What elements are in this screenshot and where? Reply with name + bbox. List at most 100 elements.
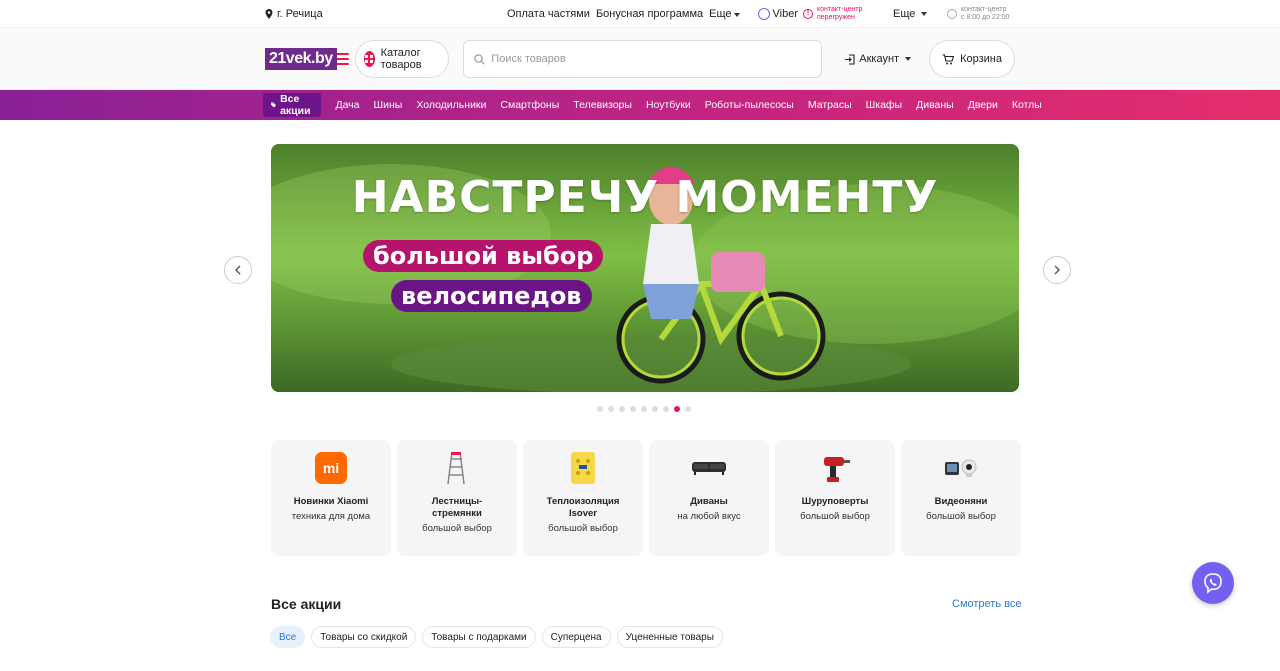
nav-item-tires[interactable]: Шины: [373, 99, 402, 111]
sofa-icon: [679, 448, 739, 488]
xiaomi-logo-text: mi: [315, 452, 347, 484]
link-installments[interactable]: Оплата частями: [507, 8, 590, 20]
site-logo[interactable]: 21vek.by: [265, 44, 349, 74]
warning-line-1: контакт-центр: [817, 6, 863, 13]
carousel-next-button[interactable]: [1043, 256, 1071, 284]
grid-icon: [363, 51, 375, 67]
chevron-down-icon: [921, 12, 928, 16]
warning-line-2: перегружен: [817, 14, 855, 21]
hours-line-2: с 8:00 до 22:00: [961, 14, 1010, 21]
category-card-sofas[interactable]: Диваны на любой вкус: [649, 440, 769, 556]
chevron-right-icon: [1054, 265, 1060, 275]
category-subtitle: большой выбор: [548, 523, 618, 534]
top-bar: г. Речица Оплата частями Бонусная програ…: [0, 0, 1280, 28]
nav-item-smartphones[interactable]: Смартфоны: [500, 99, 559, 111]
viber-icon: [757, 8, 770, 20]
carousel-dot[interactable]: [619, 406, 625, 412]
tag-icon: [271, 102, 277, 108]
baby-monitor-icon: [931, 448, 991, 488]
alert-icon: !: [803, 9, 813, 19]
featured-categories: mi Новинки Xiaomi техника для дома Лестн…: [224, 436, 1079, 574]
nav-item-laptops[interactable]: Ноутбуки: [646, 99, 691, 111]
chevron-down-icon: [733, 13, 740, 17]
carousel-dot[interactable]: [674, 406, 680, 412]
search-box: [463, 40, 823, 78]
cart-button[interactable]: Корзина: [929, 40, 1015, 78]
chip-markdown[interactable]: Уцененные товары: [616, 626, 723, 648]
main-content: НАВСТРЕЧУ МОМЕНТУ большой выбор велосипе…: [0, 120, 1280, 670]
category-nav: Все акции Дача Шины Холодильники Смартфо…: [0, 90, 1280, 120]
nav-item-wardrobes[interactable]: Шкафы: [866, 99, 902, 111]
nav-item-doors[interactable]: Двери: [968, 99, 998, 111]
category-card-ladders[interactable]: Лестницы-стремянки большой выбор: [397, 440, 517, 556]
link-bonus-program[interactable]: Бонусная программа: [596, 8, 703, 20]
catalog-label: Каталог товаров: [380, 47, 422, 71]
category-title: Диваны: [690, 496, 728, 507]
nav-item-sofas[interactable]: Диваны: [916, 99, 954, 111]
viber-icon: [1204, 573, 1222, 594]
category-subtitle: большой выбор: [800, 511, 870, 522]
category-card-drills[interactable]: Шуруповерты большой выбор: [775, 440, 895, 556]
chip-super-price[interactable]: Суперцена: [541, 626, 611, 648]
carousel-dot[interactable]: [641, 406, 647, 412]
catalog-button[interactable]: Каталог товаров: [354, 40, 450, 78]
nav-item-fridges[interactable]: Холодильники: [416, 99, 486, 111]
banner-slide[interactable]: НАВСТРЕЧУ МОМЕНТУ большой выбор велосипе…: [271, 144, 1019, 392]
nav-all-promos[interactable]: Все акции: [263, 93, 322, 117]
search-input[interactable]: [491, 53, 812, 65]
account-label: Аккаунт: [859, 53, 900, 65]
header: 21vek.by Каталог товаров Аккаунт Корзина: [0, 28, 1280, 90]
category-card-xiaomi[interactable]: mi Новинки Xiaomi техника для дома: [271, 440, 391, 556]
banner-carousel: НАВСТРЕЧУ МОМЕНТУ большой выбор велосипе…: [224, 128, 1079, 434]
carousel-prev-button[interactable]: [224, 256, 252, 284]
more-menu-label: Еще: [893, 8, 916, 20]
chip-discounted[interactable]: Товары со скидкой: [311, 626, 417, 648]
hours-line-1: контакт-центр: [961, 6, 1007, 13]
chip-all[interactable]: Все: [270, 626, 306, 648]
location-label: г. Речица: [277, 8, 323, 20]
category-title: Лестницы-стремянки: [431, 496, 483, 519]
carousel-dot[interactable]: [597, 406, 603, 412]
promo-filter-chips: Все Товары со скидкой Товары с подарками…: [270, 626, 723, 648]
nav-item-tvs[interactable]: Телевизоры: [573, 99, 632, 111]
category-card-baby-monitors[interactable]: Видеоняни большой выбор: [901, 440, 1021, 556]
category-title: Видеоняни: [934, 496, 988, 507]
promos-section-title: Все акции: [271, 596, 342, 612]
carousel-dot[interactable]: [663, 406, 669, 412]
location-selector[interactable]: г. Речица: [265, 8, 323, 20]
nav-all-promos-label: Все акции: [280, 93, 311, 117]
carousel-dot[interactable]: [608, 406, 614, 412]
drill-icon: [805, 448, 865, 488]
search-icon: [474, 53, 485, 65]
viber-chat-button[interactable]: [1192, 562, 1234, 604]
category-subtitle: на любой вкус: [677, 511, 741, 522]
nav-item-mattresses[interactable]: Матрасы: [808, 99, 852, 111]
see-all-link[interactable]: Смотреть все: [952, 598, 1021, 610]
chip-with-gifts[interactable]: Товары с подарками: [422, 626, 536, 648]
category-title: Новинки Xiaomi: [293, 496, 369, 507]
cart-icon: [942, 53, 955, 64]
location-pin-icon: [265, 9, 273, 19]
nav-item-dacha[interactable]: Дача: [335, 99, 359, 111]
category-subtitle: техника для дома: [291, 511, 371, 522]
banner-headline: НАВСТРЕЧУ МОМЕНТУ: [351, 172, 939, 223]
clock-icon: [947, 9, 957, 19]
link-more[interactable]: Еще: [709, 8, 740, 20]
carousel-dot[interactable]: [630, 406, 636, 412]
insulation-icon: [553, 448, 613, 488]
category-title: Шуруповерты: [801, 496, 869, 507]
nav-item-boilers[interactable]: Котлы: [1012, 99, 1042, 111]
viber-link[interactable]: Viber: [757, 8, 798, 20]
carousel-dots: [597, 406, 691, 412]
carousel-dot[interactable]: [652, 406, 658, 412]
banner-line-1: большой выбор: [363, 240, 604, 272]
carousel-dot[interactable]: [685, 406, 691, 412]
chevron-down-icon: [905, 57, 912, 61]
login-icon: [845, 53, 855, 65]
more-menu[interactable]: Еще: [893, 8, 928, 20]
category-subtitle: большой выбор: [422, 523, 492, 534]
nav-item-robot-vacuums[interactable]: Роботы-пылесосы: [705, 99, 794, 111]
category-card-insulation[interactable]: Теплоизоляция Isover большой выбор: [523, 440, 643, 556]
xiaomi-logo-icon: mi: [301, 448, 361, 488]
account-button[interactable]: Аккаунт: [838, 40, 917, 78]
